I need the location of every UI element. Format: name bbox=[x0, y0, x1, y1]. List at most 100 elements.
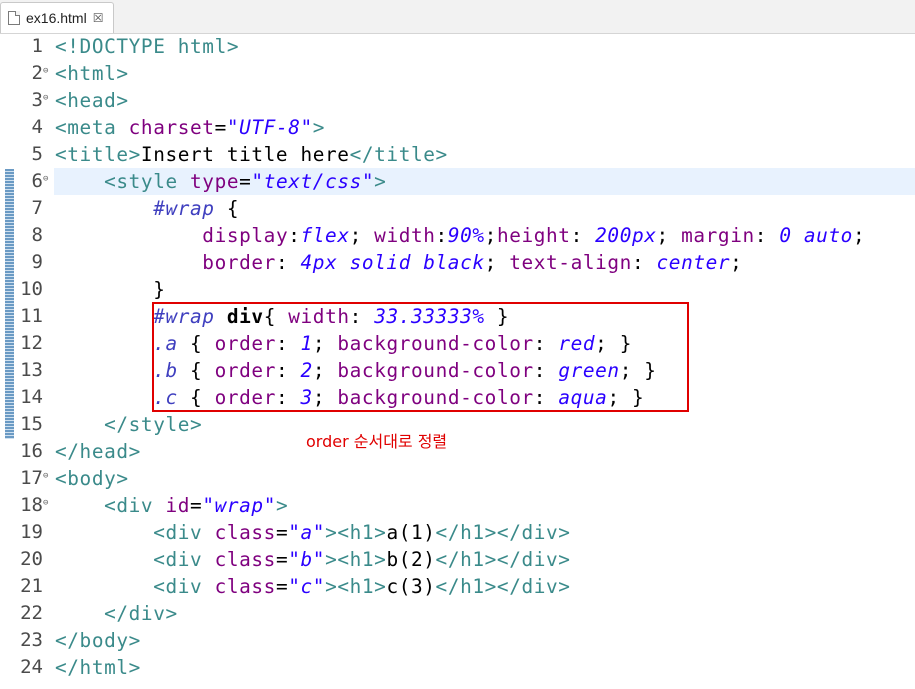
code-line[interactable]: 3 ⊖ <head> bbox=[0, 87, 915, 114]
code-token: </h1></div> bbox=[435, 521, 571, 544]
code-token: <div bbox=[104, 494, 166, 517]
code-line[interactable]: 5 <title>Insert title here</title> bbox=[0, 141, 915, 168]
html-file-icon bbox=[8, 11, 20, 25]
code-token: <style bbox=[104, 170, 191, 193]
code-token: </title> bbox=[349, 143, 448, 166]
code-token: flex bbox=[300, 224, 350, 247]
code-token: "a" bbox=[288, 521, 326, 544]
code-text: <html> bbox=[55, 60, 129, 87]
line-number: 4 bbox=[31, 116, 43, 138]
code-token: 0 auto bbox=[779, 224, 853, 247]
code-text: </style> bbox=[55, 411, 202, 438]
code-line[interactable]: 8 display:flex; width:90%;height: 200px;… bbox=[0, 222, 915, 249]
line-number: 24 bbox=[20, 656, 43, 678]
code-text: </div> bbox=[55, 600, 178, 627]
code-line[interactable]: 1 <!DOCTYPE html> bbox=[0, 33, 915, 60]
code-token: ><h1> bbox=[325, 575, 387, 598]
code-line[interactable]: 20 <div class="b"><h1>b(2)</h1></div> bbox=[0, 546, 915, 573]
code-text: <div id="wrap"> bbox=[55, 492, 288, 519]
tab-ex16-html[interactable]: ex16.html ☒ bbox=[0, 2, 114, 33]
annotation-text: order 순서대로 정렬 bbox=[306, 432, 448, 451]
tab-title: ex16.html bbox=[26, 10, 87, 26]
code-line[interactable]: 2 ⊖ <html> bbox=[0, 60, 915, 87]
code-text: <body> bbox=[55, 465, 129, 492]
close-tab-icon[interactable]: ☒ bbox=[93, 11, 104, 25]
code-text: <div class="b"><h1>b(2)</h1></div> bbox=[55, 546, 571, 573]
code-line[interactable]: 19 <div class="a"><h1>a(1)</h1></div> bbox=[0, 519, 915, 546]
line-number: 14 bbox=[20, 386, 43, 408]
code-token: ; bbox=[484, 251, 510, 274]
code-line[interactable]: 9 border: 4px solid black; text-align: c… bbox=[0, 249, 915, 276]
code-line[interactable]: 24 </html> bbox=[0, 654, 915, 681]
code-token: ; bbox=[730, 251, 743, 274]
code-token: type bbox=[190, 170, 240, 193]
code-line[interactable]: 4 <meta charset="UTF-8"> bbox=[0, 114, 915, 141]
code-token: <div bbox=[153, 575, 215, 598]
code-editor[interactable]: 1 <!DOCTYPE html> 2 ⊖ <html> 3 ⊖ <head> 4 <meta c… bbox=[0, 33, 915, 689]
code-token: > bbox=[374, 170, 387, 193]
fold-collapse-icon[interactable]: ⊖ bbox=[43, 471, 48, 481]
line-number: 7 bbox=[31, 197, 43, 219]
line-number: 13 bbox=[20, 359, 43, 381]
code-token: ; bbox=[484, 224, 497, 247]
line-number: 1 bbox=[31, 35, 43, 57]
code-token: <!DOCTYPE html> bbox=[55, 35, 240, 58]
code-token: width bbox=[374, 224, 436, 247]
line-number: 12 bbox=[20, 332, 43, 354]
code-text: #wrap { bbox=[55, 195, 239, 222]
line-number: 19 bbox=[20, 521, 43, 543]
code-line[interactable]: 6 ⊖ <style type="text/css"> bbox=[0, 168, 915, 195]
code-text: <meta charset="UTF-8"> bbox=[55, 114, 325, 141]
code-token: <div bbox=[153, 521, 215, 544]
line-number: 10 bbox=[20, 278, 43, 300]
code-token: ><h1> bbox=[325, 548, 387, 571]
code-token: : bbox=[288, 224, 301, 247]
code-token: "c" bbox=[288, 575, 326, 598]
code-token: </h1></div> bbox=[435, 575, 571, 598]
code-line[interactable]: 21 <div class="c"><h1>c(3)</h1></div> bbox=[0, 573, 915, 600]
line-number: 22 bbox=[20, 602, 43, 624]
code-token: : bbox=[570, 224, 596, 247]
line-number: 20 bbox=[20, 548, 43, 570]
code-token: : bbox=[754, 224, 780, 247]
code-text: } bbox=[55, 276, 165, 303]
fold-collapse-icon[interactable]: ⊖ bbox=[43, 66, 48, 76]
line-number: 5 bbox=[31, 143, 43, 165]
code-token: margin bbox=[681, 224, 755, 247]
code-token: </body> bbox=[55, 629, 141, 652]
code-line[interactable]: 16 </head> bbox=[0, 438, 915, 465]
code-line[interactable]: 17 ⊖ <body> bbox=[0, 465, 915, 492]
code-line[interactable]: 7 #wrap { bbox=[0, 195, 915, 222]
line-number: 18 bbox=[20, 494, 43, 516]
code-token: = bbox=[190, 494, 203, 517]
code-text: <head> bbox=[55, 87, 129, 114]
code-token: 90% bbox=[447, 224, 485, 247]
code-line[interactable]: 10 } bbox=[0, 276, 915, 303]
fold-collapse-icon[interactable]: ⊖ bbox=[43, 93, 48, 103]
line-number: 15 bbox=[20, 413, 43, 435]
fold-collapse-icon[interactable]: ⊖ bbox=[43, 498, 48, 508]
code-line[interactable]: 18 ⊖ <div id="wrap"> bbox=[0, 492, 915, 519]
code-line[interactable]: 23 </body> bbox=[0, 627, 915, 654]
code-line[interactable]: 22 </div> bbox=[0, 600, 915, 627]
code-token: : bbox=[275, 251, 301, 274]
code-text: </body> bbox=[55, 627, 141, 654]
code-line[interactable]: 15 </style> bbox=[0, 411, 915, 438]
fold-collapse-icon[interactable]: ⊖ bbox=[43, 174, 48, 184]
code-token: "b" bbox=[288, 548, 326, 571]
code-token: ><h1> bbox=[325, 521, 387, 544]
code-token: > bbox=[275, 494, 289, 517]
code-token: Insert title here bbox=[140, 143, 350, 166]
code-token: <html> bbox=[55, 62, 129, 85]
line-number: 17 bbox=[20, 467, 43, 489]
code-token: = bbox=[275, 521, 289, 544]
line-number: 9 bbox=[31, 251, 43, 273]
code-token: c(3) bbox=[386, 575, 436, 598]
